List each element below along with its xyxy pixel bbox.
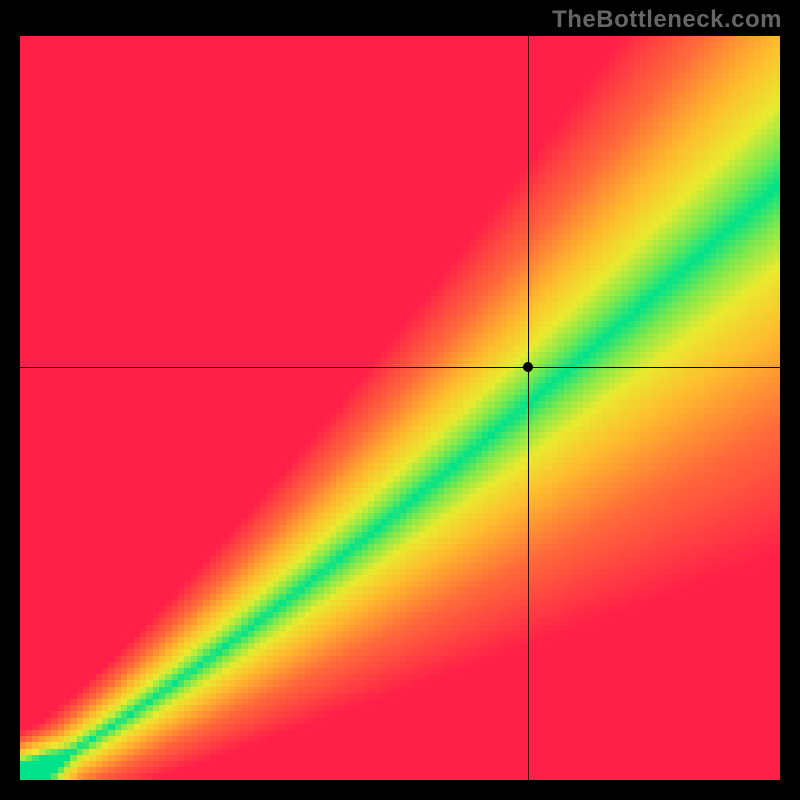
- chart-frame: TheBottleneck.com: [0, 0, 800, 800]
- heatmap-canvas: [20, 36, 780, 780]
- plot-area: [20, 36, 780, 780]
- watermark-text: TheBottleneck.com: [552, 6, 782, 34]
- crosshair-vertical: [528, 36, 529, 780]
- crosshair-marker-dot: [523, 362, 533, 372]
- crosshair-horizontal: [20, 367, 780, 368]
